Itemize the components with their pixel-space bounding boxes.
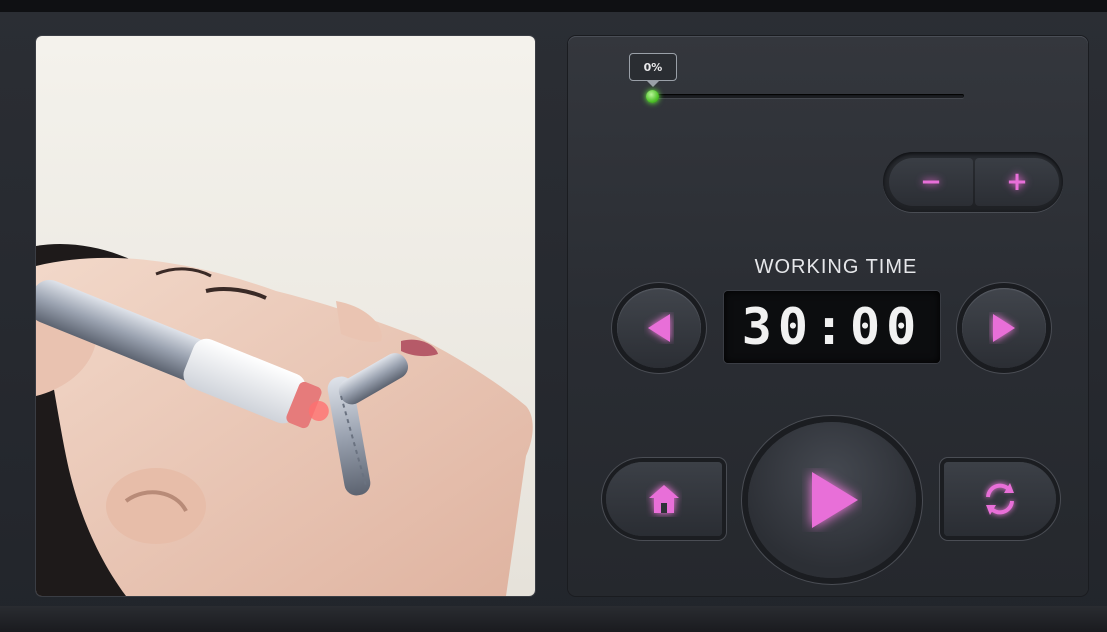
intensity-stepper: − +: [883, 152, 1063, 212]
home-button[interactable]: [606, 462, 722, 536]
reset-button[interactable]: [944, 462, 1056, 536]
refresh-icon: [986, 483, 1014, 515]
increase-button[interactable]: +: [975, 158, 1059, 206]
working-time-display: 30:00: [724, 291, 940, 363]
play-icon: [812, 472, 858, 528]
home-icon: [649, 485, 679, 513]
progress-slider-knob[interactable]: [646, 90, 659, 103]
triangle-right-icon: [993, 314, 1015, 342]
progress-slider-track[interactable]: [652, 94, 964, 98]
screen-bezel-bottom: [0, 606, 1107, 632]
progress-percent-badge: 0%: [629, 53, 677, 87]
screen-bezel-top: [0, 0, 1107, 12]
device-screen: 0% − + WORKING TIME 30:00: [0, 0, 1107, 632]
decrease-button[interactable]: −: [889, 158, 973, 206]
triangle-left-icon: [648, 314, 670, 342]
time-increase-button[interactable]: [962, 288, 1046, 368]
start-button[interactable]: [748, 422, 916, 578]
working-time-label: WORKING TIME: [754, 256, 918, 278]
time-decrease-button[interactable]: [617, 288, 701, 368]
treatment-illustration: [36, 244, 533, 596]
treatment-photo: [36, 36, 535, 596]
